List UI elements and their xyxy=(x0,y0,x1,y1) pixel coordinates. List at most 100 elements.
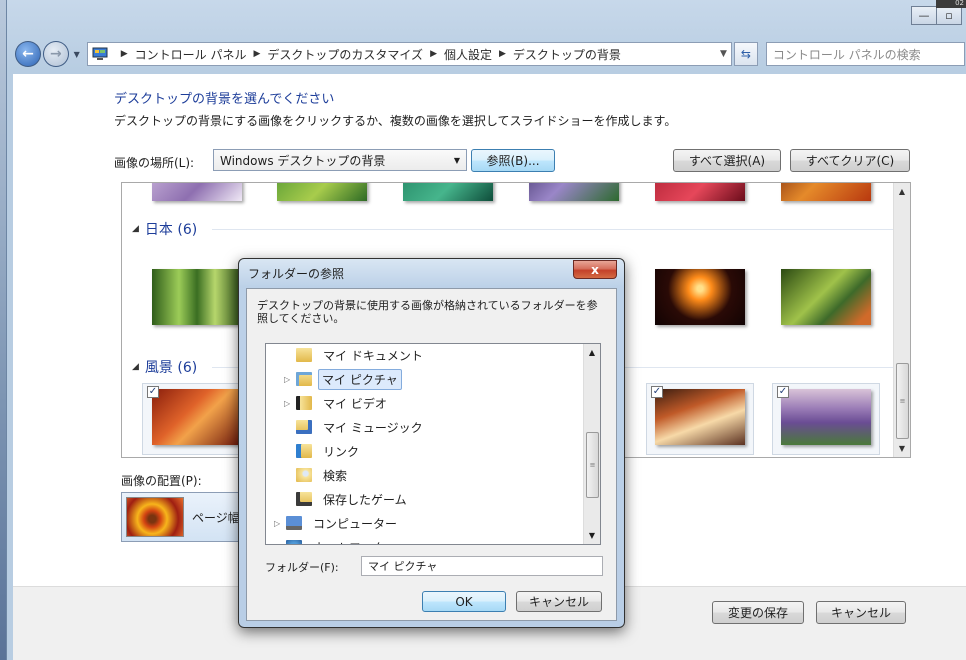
browse-folder-dialog: フォルダーの参照 x デスクトップの背景に使用する画像が格納されているフォルダー… xyxy=(238,258,625,628)
clear-all-button[interactable]: すべてクリア(C) xyxy=(790,149,910,172)
tree-item-label: 保存したゲーム xyxy=(323,492,407,507)
tree-expander-icon[interactable]: ▷ xyxy=(284,399,294,408)
group-header-landscape[interactable]: ◢ 風景 (6) xyxy=(132,357,197,377)
forward-button[interactable]: → xyxy=(42,41,69,67)
wallpaper-thumbnail[interactable] xyxy=(152,183,242,201)
pictures-folder-icon xyxy=(296,372,312,386)
wallpaper-checkbox[interactable]: ✓ xyxy=(651,386,663,398)
tree-item[interactable]: マイ ドキュメント xyxy=(284,344,428,366)
breadcrumb-separator-icon[interactable]: ▶ xyxy=(253,49,260,59)
refresh-button[interactable]: ⇆ xyxy=(733,42,758,66)
collapse-triangle-icon: ◢ xyxy=(132,362,139,372)
wallpaper-thumbnail[interactable] xyxy=(655,389,745,445)
dialog-title: フォルダーの参照 xyxy=(248,267,345,281)
wallpaper-thumbnail[interactable] xyxy=(152,269,242,325)
search-placeholder: コントロール パネルの検索 xyxy=(772,47,921,62)
folder-tree-scrollbar[interactable]: ▲ ≡ ▼ xyxy=(583,344,600,544)
tree-item[interactable]: 検索 xyxy=(284,464,352,486)
scroll-down-icon[interactable]: ▼ xyxy=(894,440,910,457)
breadcrumb-desktop-background[interactable]: デスクトップの背景 xyxy=(513,46,621,63)
browse-button[interactable]: 参照(B)... xyxy=(471,149,555,172)
wallpaper-thumbnail[interactable] xyxy=(655,269,745,325)
picture-position-label: 画像の配置(P): xyxy=(121,474,202,488)
dialog-body: デスクトップの背景に使用する画像が格納されているフォルダーを参照してください。 … xyxy=(246,288,617,621)
page-title: デスクトップの背景を選んでください xyxy=(114,92,335,107)
tree-expander-icon[interactable]: ▷ xyxy=(274,519,284,528)
tree-item[interactable]: ▷ コンピューター xyxy=(274,512,402,534)
group-title: 風景 (6) xyxy=(144,360,198,376)
picture-location-value: Windows デスクトップの背景 xyxy=(220,153,386,168)
breadcrumb-personalization[interactable]: 個人設定 xyxy=(444,46,492,63)
wallpaper-thumbnail[interactable] xyxy=(781,389,871,445)
network-icon xyxy=(286,540,302,544)
dialog-close-button[interactable]: x xyxy=(573,260,617,279)
breadcrumb-separator-icon[interactable]: ▶ xyxy=(499,49,506,59)
tree-item[interactable]: ▷ マイ ビデオ xyxy=(284,392,392,414)
wallpaper-checkbox[interactable]: ✓ xyxy=(777,386,789,398)
scroll-up-icon[interactable]: ▲ xyxy=(584,344,600,361)
recent-pages-dropdown-icon[interactable]: ▼ xyxy=(71,50,83,59)
scroll-down-icon[interactable]: ▼ xyxy=(584,527,600,544)
collapse-triangle-icon: ◢ xyxy=(132,224,139,234)
wallpaper-thumbnail[interactable] xyxy=(277,183,367,201)
page-description: デスクトップの背景にする画像をクリックするか、複数の画像を選択してスライドショー… xyxy=(114,114,677,128)
wallpaper-checkbox[interactable]: ✓ xyxy=(147,386,159,398)
wallpaper-thumbnail[interactable] xyxy=(152,389,242,445)
tree-item[interactable]: マイ ミュージック xyxy=(284,416,428,438)
document-folder-icon xyxy=(296,348,312,362)
wallpaper-thumbnail[interactable] xyxy=(781,183,871,201)
tree-item-label: マイ ビデオ xyxy=(323,396,387,411)
close-icon: x xyxy=(591,262,599,277)
wallpaper-thumbnail[interactable] xyxy=(655,183,745,201)
breadcrumb-control-panel[interactable]: コントロール パネル xyxy=(135,46,247,63)
tree-item-label: 検索 xyxy=(323,468,348,483)
tree-item[interactable]: ネットワーク xyxy=(274,536,390,544)
scroll-up-icon[interactable]: ▲ xyxy=(894,183,910,200)
cancel-button[interactable]: キャンセル xyxy=(816,601,906,624)
caption-buttons: — ▫ xyxy=(911,6,962,25)
folder-field[interactable]: マイ ピクチャ xyxy=(361,556,603,576)
tree-item-label: マイ ミュージック xyxy=(323,420,423,435)
back-button[interactable]: ← xyxy=(15,41,41,67)
tree-expander-icon[interactable]: ▷ xyxy=(284,375,294,384)
navigation-bar: ← → ▼ ▶ コントロール パネル ▶ デスクトップのカスタマイズ ▶ 個人設… xyxy=(15,38,965,70)
video-folder-icon xyxy=(296,396,312,410)
scrollbar-thumb[interactable]: ≡ xyxy=(586,432,599,498)
thumbnail-list-scrollbar[interactable]: ▲ ≡ ▼ xyxy=(893,183,910,457)
clock-strip: 02 xyxy=(936,0,966,8)
clock-text: 02 xyxy=(955,0,964,7)
address-dropdown-icon[interactable]: ▼ xyxy=(621,49,731,59)
music-folder-icon xyxy=(296,420,312,434)
tree-item[interactable]: リンク xyxy=(284,440,364,462)
breadcrumb-separator-icon: ▶ xyxy=(120,49,128,59)
breadcrumb-customization[interactable]: デスクトップのカスタマイズ xyxy=(267,46,423,63)
picture-location-select[interactable]: Windows デスクトップの背景 ▼ xyxy=(213,149,467,171)
chevron-down-icon: ▼ xyxy=(453,155,461,165)
folder-tree: マイ ドキュメント ▷ マイ ピクチャ ▷ マイ ビデオ マイ ミュージック リ… xyxy=(265,343,601,545)
tree-item-selected[interactable]: ▷ マイ ピクチャ xyxy=(284,368,402,390)
maximize-button[interactable]: ▫ xyxy=(936,6,962,25)
minimize-button[interactable]: — xyxy=(911,6,937,25)
select-all-button[interactable]: すべて選択(A) xyxy=(673,149,781,172)
group-header-japan[interactable]: ◢ 日本 (6) xyxy=(132,219,197,239)
position-preview-image xyxy=(126,497,184,537)
breadcrumb-separator-icon[interactable]: ▶ xyxy=(430,49,437,59)
ok-button[interactable]: OK xyxy=(422,591,506,612)
save-changes-button[interactable]: 変更の保存 xyxy=(712,601,804,624)
tree-item[interactable]: 保存したゲーム xyxy=(284,488,412,510)
wallpaper-thumbnail[interactable] xyxy=(403,183,493,201)
refresh-icon: ⇆ xyxy=(740,47,751,61)
search-input[interactable]: コントロール パネルの検索 xyxy=(765,42,965,66)
group-title: 日本 (6) xyxy=(144,222,198,238)
picture-location-label: 画像の場所(L): xyxy=(114,156,195,170)
saved-games-folder-icon xyxy=(296,492,312,506)
dialog-cancel-button[interactable]: キャンセル xyxy=(516,591,602,612)
search-folder-icon xyxy=(296,468,312,482)
tree-item-label: リンク xyxy=(323,444,360,459)
wallpaper-thumbnail[interactable] xyxy=(781,269,871,325)
group-divider xyxy=(212,229,894,230)
links-folder-icon xyxy=(296,444,312,458)
address-bar[interactable]: ▶ コントロール パネル ▶ デスクトップのカスタマイズ ▶ 個人設定 ▶ デス… xyxy=(86,42,732,66)
wallpaper-thumbnail[interactable] xyxy=(529,183,619,201)
scrollbar-thumb[interactable]: ≡ xyxy=(896,363,909,439)
